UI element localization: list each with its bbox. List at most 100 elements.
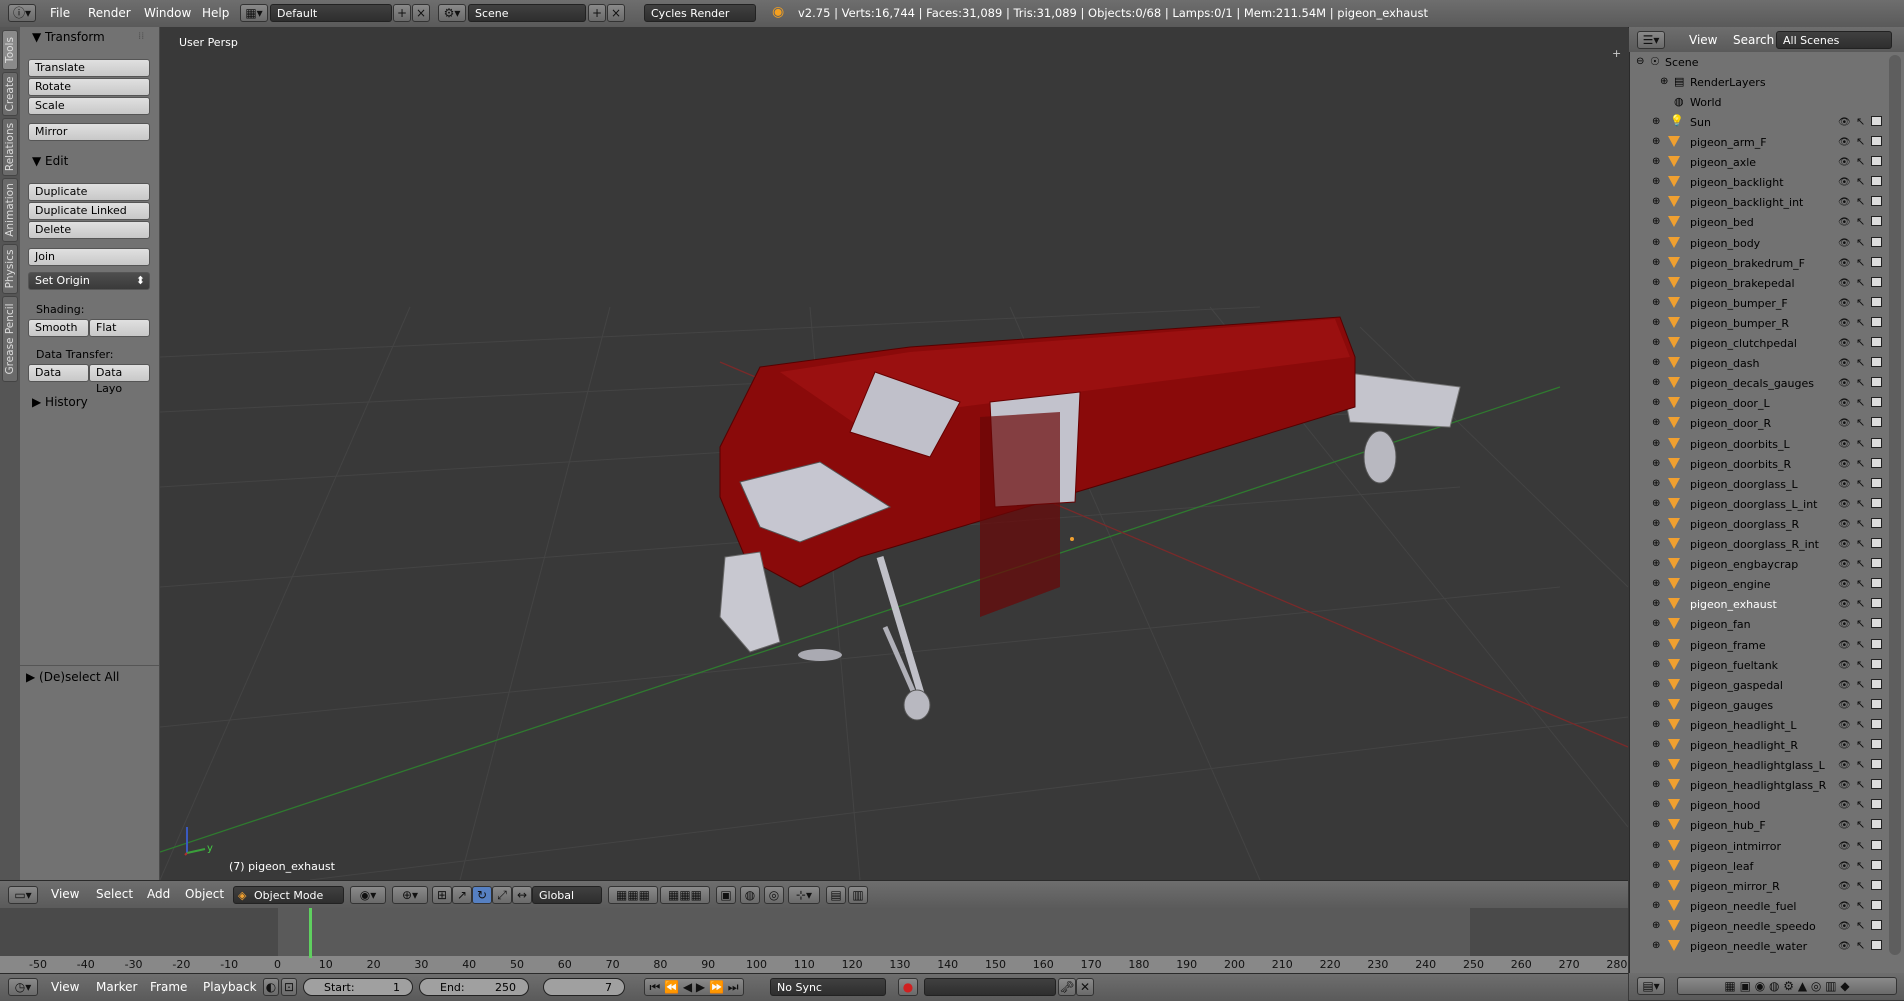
renderable-camera-icon[interactable] [1871,136,1882,146]
outliner-object-row[interactable]: ⊕ pigeon_backlight 👁 ↖ [1630,172,1888,192]
expand-icon[interactable]: ⊕ [1652,699,1660,710]
current-frame-marker[interactable] [309,908,312,958]
outliner-object-row[interactable]: ⊕ pigeon_dash 👁 ↖ [1630,353,1888,373]
tab-tools[interactable]: Tools [2,30,18,70]
visibility-eye-icon[interactable]: 👁 [1838,459,1851,470]
visibility-eye-icon[interactable]: 👁 [1838,740,1851,751]
renderable-camera-icon[interactable] [1871,598,1882,609]
expand-icon[interactable]: ⊕ [1652,558,1660,569]
expand-icon[interactable]: ⊕ [1652,357,1660,368]
expand-icon[interactable]: ⊕ [1652,538,1660,549]
renderable-camera-icon[interactable] [1871,819,1882,830]
expand-icon[interactable]: ⊕ [1652,719,1660,730]
start-frame-field[interactable]: Start: 1 [303,978,413,996]
current-frame-field[interactable]: 7 [543,978,625,996]
expand-icon[interactable]: ⊕ [1652,900,1660,911]
translate-manipulator-icon[interactable]: ↗ [452,886,472,904]
data-layout-button[interactable]: Data Layo [89,364,150,395]
selectable-cursor-icon[interactable]: ↖ [1856,718,1865,731]
pivot-icon[interactable]: ⊕▾ [392,886,428,904]
renderable-camera-icon[interactable] [1871,899,1882,910]
outliner-sun-row[interactable]: ⊕ 💡 Sun 👁 ↖ [1630,112,1888,132]
visibility-eye-icon[interactable]: 👁 [1838,579,1851,590]
selectable-cursor-icon[interactable]: ↖ [1856,356,1865,369]
delete-keyframe-icon[interactable]: ✕ [1076,978,1094,996]
layout-selector[interactable]: Default [270,4,392,22]
outliner-object-row[interactable]: ⊕ pigeon_doorbits_L 👁 ↖ [1630,434,1888,454]
visibility-eye-icon[interactable]: 👁 [1838,479,1851,490]
visibility-eye-icon[interactable]: 👁 [1838,599,1851,610]
visibility-eye-icon[interactable]: 👁 [1838,780,1851,791]
record-icon[interactable]: ● [898,978,918,996]
expand-icon[interactable]: ⊕ [1660,76,1668,87]
renderable-camera-icon[interactable] [1871,156,1882,167]
expand-icon[interactable]: ⊕ [1652,478,1660,489]
expand-icon[interactable]: ⊕ [1652,799,1660,810]
menu-render[interactable]: Render [88,6,131,20]
selectable-cursor-icon[interactable]: ↖ [1856,296,1865,309]
visibility-eye-icon[interactable]: 👁 [1838,640,1851,651]
selectable-cursor-icon[interactable]: ↖ [1856,678,1865,691]
visibility-eye-icon[interactable]: 👁 [1838,881,1851,892]
renderable-camera-icon[interactable] [1871,839,1882,850]
renderable-camera-icon[interactable] [1871,940,1882,950]
expand-icon[interactable]: ⊕ [1652,136,1660,147]
renderable-camera-icon[interactable] [1871,879,1882,890]
expand-icon[interactable]: ⊕ [1652,176,1660,187]
scene-remove-icon[interactable]: × [607,4,625,22]
renderable-camera-icon[interactable] [1871,698,1882,709]
expand-icon[interactable]: ⊕ [1652,417,1660,428]
renderable-camera-icon[interactable] [1871,859,1882,870]
expand-icon[interactable]: ⊕ [1652,840,1660,851]
selectable-cursor-icon[interactable]: ↖ [1856,738,1865,751]
selectable-cursor-icon[interactable]: ↖ [1856,617,1865,630]
expand-icon[interactable]: ⊕ [1652,659,1660,670]
set-origin-dropdown[interactable]: Set Origin ⬍ [28,272,150,290]
outliner-object-row[interactable]: ⊕ pigeon_engbaycrap 👁 ↖ [1630,554,1888,574]
timeline-editor-icon[interactable]: ◷▾ [8,978,38,996]
menu-select[interactable]: Select [96,887,133,901]
renderable-camera-icon[interactable] [1871,578,1882,589]
visibility-eye-icon[interactable]: 👁 [1838,398,1851,409]
outliner-object-row[interactable]: ⊕ pigeon_fueltank 👁 ↖ [1630,655,1888,675]
visibility-eye-icon[interactable]: 👁 [1838,358,1851,369]
expand-icon[interactable]: ⊕ [1652,518,1660,529]
renderable-camera-icon[interactable] [1871,779,1882,790]
renderable-camera-icon[interactable] [1871,357,1882,368]
visibility-eye-icon[interactable]: 👁 [1838,157,1851,168]
operator-panel-header[interactable]: ▶ (De)select All [26,670,119,684]
selectable-cursor-icon[interactable]: ↖ [1856,839,1865,852]
renderable-camera-icon[interactable] [1871,417,1882,428]
renderable-camera-icon[interactable] [1871,558,1882,569]
expand-icon[interactable]: ⊕ [1652,196,1660,207]
menu-window[interactable]: Window [144,6,191,20]
expand-icon[interactable]: ⊕ [1652,216,1660,227]
outliner-object-row[interactable]: ⊕ pigeon_gauges 👁 ↖ [1630,695,1888,715]
visibility-eye-icon[interactable]: 👁 [1838,841,1851,852]
outliner-object-row[interactable]: ⊕ pigeon_doorglass_R 👁 ↖ [1630,514,1888,534]
visibility-eye-icon[interactable]: 👁 [1838,619,1851,630]
expand-icon[interactable]: ⊕ [1652,498,1660,509]
sync-select[interactable]: No Sync [770,978,886,996]
opengl-render-icon[interactable]: ▤ [826,886,846,904]
selectable-cursor-icon[interactable]: ↖ [1856,416,1865,429]
expand-icon[interactable]: ⊕ [1652,337,1660,348]
visibility-eye-icon[interactable]: 👁 [1838,539,1851,550]
outliner-object-row[interactable]: ⊕ pigeon_headlight_L 👁 ↖ [1630,715,1888,735]
visibility-eye-icon[interactable]: 👁 [1838,238,1851,249]
manipulator-toggle-icon[interactable]: ⊞ [432,886,452,904]
outliner-object-row[interactable]: ⊕ pigeon_doorglass_L 👁 ↖ [1630,474,1888,494]
outliner-object-row[interactable]: ⊕ pigeon_bumper_R 👁 ↖ [1630,313,1888,333]
scene-add-icon[interactable]: + [588,4,606,22]
outliner-object-row[interactable]: ⊕ pigeon_engine 👁 ↖ [1630,574,1888,594]
visibility-eye-icon[interactable]: 👁 [1838,378,1851,389]
renderable-camera-icon[interactable] [1871,176,1882,187]
selectable-cursor-icon[interactable]: ↖ [1856,778,1865,791]
menu-view[interactable]: View [51,887,79,901]
rotate-button[interactable]: Rotate [28,78,150,96]
shading-mode-icon[interactable]: ◉▾ [350,886,386,904]
outliner-display-select[interactable]: All Scenes [1776,31,1892,49]
tl-menu-frame[interactable]: Frame [150,980,187,994]
selectable-cursor-icon[interactable]: ↖ [1856,577,1865,590]
expand-icon[interactable]: ⊕ [1652,779,1660,790]
